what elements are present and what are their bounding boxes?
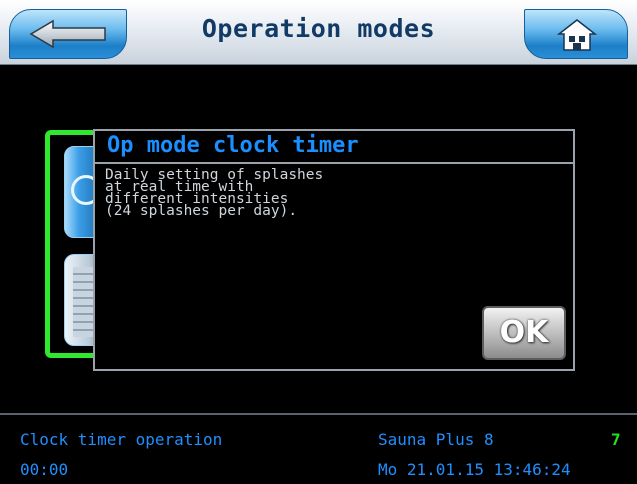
status-datetime: Mo 21.01.15 13:46:24 (378, 460, 571, 479)
status-device: Sauna Plus 8 (378, 430, 494, 449)
dialog-title-bar: Op mode clock timer (95, 131, 573, 164)
header-bar: Operation modes (0, 0, 637, 65)
home-button[interactable] (524, 9, 628, 59)
status-mode: Clock timer operation (20, 430, 223, 449)
status-timer: 00:00 (20, 460, 69, 479)
ok-button[interactable]: OK (482, 306, 566, 360)
dialog-line: (24 splashes per day). (105, 203, 298, 219)
dialog-title: Op mode clock timer (107, 133, 359, 158)
home-icon (557, 19, 597, 51)
status-count: 7 (611, 430, 621, 449)
status-bar: Clock timer operation 00:00 Sauna Plus 8… (0, 413, 637, 484)
info-dialog: Op mode clock timer Daily setting of spl… (93, 129, 575, 371)
dialog-description: Daily setting of splashes at real time wi… (105, 168, 545, 219)
